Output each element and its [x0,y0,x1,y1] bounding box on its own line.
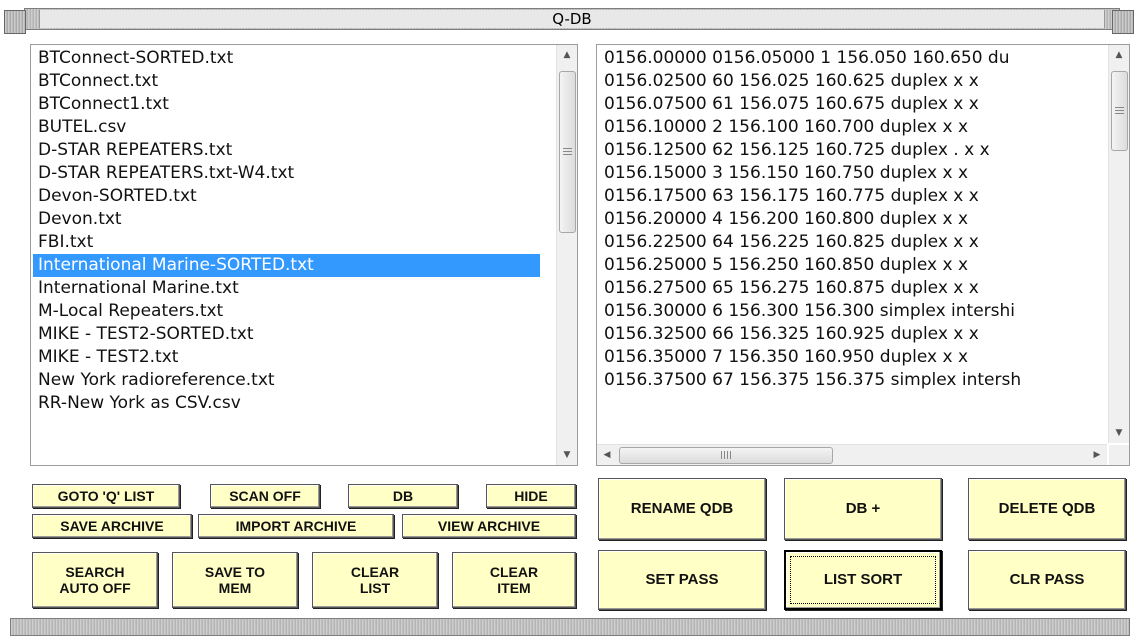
search-auto-off-button[interactable]: SEARCH AUTO OFF [32,552,158,608]
rename-qdb-label: RENAME QDB [630,500,734,517]
scroll-left-arrow-icon[interactable]: ◀ [597,445,617,465]
horizontal-scroll-thumb[interactable] [619,447,833,464]
search-auto-off-label: SEARCH AUTO OFF [59,564,131,596]
grip-icon [1115,107,1124,115]
hide-label: HIDE [514,488,548,504]
file-content-panel[interactable]: 0156.00000 0156.05000 1 156.050 160.650 … [596,44,1130,466]
scan-off-label: SCAN OFF [229,488,301,504]
content-vertical-scrollbar[interactable]: ▲ ▼ [1108,45,1129,443]
list-item[interactable]: D-STAR REPEATERS.txt-W4.txt [33,162,555,185]
list-item[interactable]: 0156.37500 67 156.375 156.375 simplex in… [599,369,1107,392]
clear-item-button[interactable]: CLEAR ITEM [452,552,576,608]
scroll-down-arrow-icon[interactable]: ▼ [1109,423,1129,443]
title-bar[interactable]: Q-DB [24,8,1120,30]
set-pass-button[interactable]: SET PASS [598,550,766,610]
list-item[interactable]: 0156.12500 62 156.125 160.725 duplex . x… [599,139,1107,162]
scroll-up-arrow-icon[interactable]: ▲ [1109,45,1129,65]
scroll-thumb[interactable] [559,71,576,233]
scroll-down-arrow-icon[interactable]: ▼ [557,445,577,465]
list-item[interactable]: New York radioreference.txt [33,369,555,392]
list-item[interactable]: 0156.10000 2 156.100 160.700 duplex x x [599,116,1107,139]
right-end-cap [1112,10,1134,34]
scroll-up-arrow-icon[interactable]: ▲ [557,45,577,65]
save-to-mem-button[interactable]: SAVE TO MEM [172,552,298,608]
list-item[interactable]: MIKE - TEST2.txt [33,346,555,369]
list-sort-label: LIST SORT [823,571,903,588]
file-content-list[interactable]: 0156.00000 0156.05000 1 156.050 160.650 … [599,47,1107,443]
list-item[interactable]: RR-New York as CSV.csv [33,392,555,415]
set-pass-label: SET PASS [645,571,719,588]
grip-icon [721,451,731,459]
scroll-right-arrow-icon[interactable]: ▶ [1087,445,1107,465]
list-item[interactable]: 0156.22500 64 156.225 160.825 duplex x x [599,231,1107,254]
list-item[interactable]: 0156.20000 4 156.200 160.800 duplex x x [599,208,1107,231]
clear-list-label: CLEAR LIST [350,564,400,596]
grip-icon [563,148,572,156]
view-archive-label: VIEW ARCHIVE [437,518,541,534]
bottom-status-bar [10,618,1130,636]
list-item[interactable]: BUTEL.csv [33,116,555,139]
list-item[interactable]: BTConnect.txt [33,70,555,93]
clr-pass-label: CLR PASS [1009,571,1085,588]
scrollbar-corner [1109,445,1129,465]
import-archive-button[interactable]: IMPORT ARCHIVE [198,514,394,538]
list-sort-button[interactable]: LIST SORT [784,550,942,610]
db-plus-label: DB + [845,500,881,517]
list-item[interactable]: MIKE - TEST2-SORTED.txt [33,323,555,346]
list-item[interactable]: 0156.00000 0156.05000 1 156.050 160.650 … [599,47,1107,70]
list-item[interactable]: M-Local Repeaters.txt [33,300,555,323]
rename-qdb-button[interactable]: RENAME QDB [598,478,766,540]
list-item[interactable]: 0156.35000 7 156.350 160.950 duplex x x [599,346,1107,369]
list-item[interactable]: Devon-SORTED.txt [33,185,555,208]
list-item[interactable]: 0156.02500 60 156.025 160.625 duplex x x [599,70,1107,93]
db-plus-button[interactable]: DB + [784,478,942,540]
list-item[interactable]: BTConnect1.txt [33,93,555,116]
list-item[interactable]: International Marine.txt [33,277,555,300]
goto-q-list-label: GOTO 'Q' LIST [57,488,155,504]
list-item[interactable]: 0156.27500 65 156.275 160.875 duplex x x [599,277,1107,300]
file-list-vertical-scrollbar[interactable]: ▲ ▼ [556,45,577,465]
clr-pass-button[interactable]: CLR PASS [968,550,1126,610]
list-item[interactable]: 0156.32500 66 156.325 160.925 duplex x x [599,323,1107,346]
list-item[interactable]: 0156.07500 61 156.075 160.675 duplex x x [599,93,1107,116]
scan-off-button[interactable]: SCAN OFF [210,484,320,508]
file-list-panel[interactable]: BTConnect-SORTED.txt BTConnect.txt BTConne… [30,44,578,466]
list-item[interactable]: 0156.30000 6 156.300 156.300 simplex int… [599,300,1107,323]
list-item[interactable]: International Marine-SORTED.txt [33,254,540,277]
import-archive-label: IMPORT ARCHIVE [235,518,357,534]
db-label: DB [392,488,414,504]
list-item[interactable]: Devon.txt [33,208,555,231]
content-horizontal-scrollbar[interactable]: ◀ ▶ [597,444,1107,465]
window-title: Q-DB [39,10,1105,28]
list-item[interactable]: 0156.17500 63 156.175 160.775 duplex x x [599,185,1107,208]
save-to-mem-label: SAVE TO MEM [204,564,266,596]
list-item[interactable]: BTConnect-SORTED.txt [33,47,555,70]
db-button[interactable]: DB [348,484,458,508]
hide-button[interactable]: HIDE [486,484,576,508]
scroll-thumb[interactable] [1111,71,1128,151]
list-item[interactable]: 0156.15000 3 156.150 160.750 duplex x x [599,162,1107,185]
list-item[interactable]: FBI.txt [33,231,555,254]
save-archive-button[interactable]: SAVE ARCHIVE [32,514,192,538]
file-list[interactable]: BTConnect-SORTED.txt BTConnect.txt BTConne… [33,47,555,415]
list-item[interactable]: D-STAR REPEATERS.txt [33,139,555,162]
view-archive-button[interactable]: VIEW ARCHIVE [402,514,576,538]
save-archive-label: SAVE ARCHIVE [60,518,164,534]
delete-qdb-button[interactable]: DELETE QDB [968,478,1126,540]
clear-item-label: CLEAR ITEM [489,564,539,596]
delete-qdb-label: DELETE QDB [998,500,1096,517]
left-end-cap [4,10,26,34]
goto-q-list-button[interactable]: GOTO 'Q' LIST [32,484,180,508]
list-item[interactable]: 0156.25000 5 156.250 160.850 duplex x x [599,254,1107,277]
clear-list-button[interactable]: CLEAR LIST [312,552,438,608]
